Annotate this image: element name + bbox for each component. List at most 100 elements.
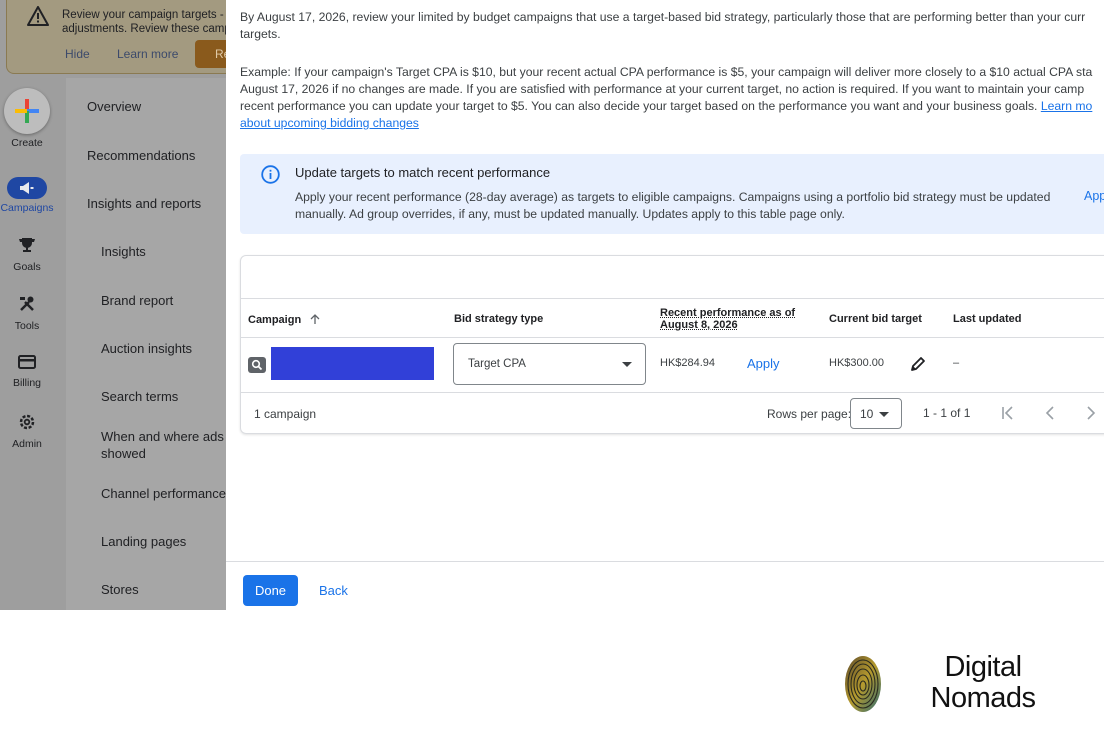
notice-body-line2: manually. Ad group overrides, if any, mu… <box>295 207 845 221</box>
nav-panel: Overview Recommendations Insights and re… <box>66 78 226 610</box>
logo-wordmark: Digital Nomads <box>923 652 1043 714</box>
nav-item-channel-performance[interactable]: Channel performance <box>101 485 226 502</box>
nav-item-brand-report[interactable]: Brand report <box>101 292 173 309</box>
alert-banner: Review your campaign targets - S adjustm… <box>6 0 226 74</box>
rows-per-page-value: 10 <box>860 407 874 421</box>
column-header-recent-performance: Recent performance as of August 8, 2026 <box>660 307 795 331</box>
rows-per-page-label: Rows per page: <box>767 407 852 421</box>
alert-review-button[interactable]: Re <box>195 40 226 68</box>
campaign-name-redacted[interactable] <box>271 347 434 380</box>
rows-per-page-select[interactable]: 10 <box>850 398 902 429</box>
rail-item-tools[interactable]: Tools <box>0 295 54 332</box>
previous-page-icon[interactable] <box>1041 404 1059 422</box>
warning-icon <box>27 6 49 26</box>
bid-strategy-value: Target CPA <box>468 358 526 370</box>
nav-item-recommendations[interactable]: Recommendations <box>87 147 195 164</box>
done-button[interactable]: Done <box>243 575 298 606</box>
search-campaign-icon <box>248 357 266 373</box>
learn-more-link-continued[interactable]: about upcoming bidding changes <box>240 116 419 130</box>
alert-learn-more-link[interactable]: Learn more <box>117 47 178 61</box>
nav-item-search-terms[interactable]: Search terms <box>101 388 178 405</box>
update-targets-notice: Update targets to match recent performan… <box>240 154 1104 234</box>
notice-title: Update targets to match recent performan… <box>295 165 551 180</box>
pencil-icon[interactable] <box>909 355 927 373</box>
alert-message: Review your campaign targets - S adjustm… <box>62 8 226 36</box>
example-line3: recent performance you can update your t… <box>240 98 1104 115</box>
rail-item-campaigns-label: Campaigns <box>0 202 54 214</box>
next-page-icon[interactable] <box>1082 404 1100 422</box>
column-header-campaign[interactable]: Campaign <box>248 313 321 326</box>
notice-body: Apply your recent performance (28-day av… <box>295 189 1050 223</box>
dropdown-arrow-icon <box>879 412 889 417</box>
plus-icon <box>15 99 39 123</box>
column-header-current-bid-target: Current bid target <box>829 313 922 325</box>
rail-item-create-label: Create <box>11 137 43 149</box>
current-bid-target-value: HK$300.00 <box>829 357 885 369</box>
dialog-footer: Done Back <box>226 561 1104 610</box>
rail-item-admin-label: Admin <box>12 438 42 450</box>
megaphone-icon <box>7 177 47 199</box>
column-header-bid-strategy-type: Bid strategy type <box>454 313 544 325</box>
info-icon <box>261 165 280 184</box>
review-targets-dialog: By August 17, 2026, review your limited … <box>226 0 1104 610</box>
notice-body-line1: Apply your recent performance (28-day av… <box>295 190 1051 204</box>
dropdown-arrow-icon <box>622 362 632 367</box>
tools-icon <box>0 295 54 317</box>
nav-item-when-where-line1: When and where ads <box>101 429 224 444</box>
nav-item-landing-pages[interactable]: Landing pages <box>101 533 186 550</box>
nav-item-when-where-ads-showed[interactable]: When and where ads showed <box>101 428 224 462</box>
rail-item-billing-label: Billing <box>12 377 41 389</box>
campaign-count: 1 campaign <box>254 407 317 421</box>
nav-item-auction-insights[interactable]: Auction insights <box>101 340 192 357</box>
intro-paragraph: By August 17, 2026, review your limited … <box>240 9 1104 43</box>
gear-icon <box>0 413 54 435</box>
credit-card-icon <box>0 354 54 374</box>
table-footer: 1 campaign Rows per page: 10 1 - 1 of 1 <box>241 394 1104 434</box>
example-line3-text: recent performance you can update your t… <box>240 99 1041 113</box>
alert-hide-link[interactable]: Hide <box>65 47 90 61</box>
fingerprint-logo-icon <box>845 656 881 712</box>
example-line1: Example: If your campaign's Target CPA i… <box>240 65 1093 79</box>
trophy-icon <box>0 236 54 258</box>
nav-item-when-where-line2: showed <box>101 446 146 461</box>
nav-item-insights[interactable]: Insights <box>101 243 146 260</box>
create-button[interactable] <box>4 88 50 134</box>
rail-item-goals-label: Goals <box>13 261 41 273</box>
nav-item-stores[interactable]: Stores <box>101 581 139 598</box>
rail-item-goals[interactable]: Goals <box>0 236 54 273</box>
rail-item-campaigns[interactable]: Campaigns <box>0 177 54 214</box>
rail-item-tools-label: Tools <box>14 320 40 332</box>
example-line2: August 17, 2026 if no changes are made. … <box>240 82 1085 96</box>
table-header: Campaign Bid strategy type Recent perfor… <box>241 298 1104 338</box>
campaign-table: Campaign Bid strategy type Recent perfor… <box>240 255 1104 434</box>
recent-performance-value: HK$284.94 <box>660 357 716 369</box>
table-row: Target CPA HK$284.94 Apply HK$300.00 – <box>241 338 1104 393</box>
last-updated-value: – <box>953 357 960 369</box>
column-header-campaign-label: Campaign <box>248 314 302 326</box>
left-rail: Create Campaigns Goals Tools Billing Adm… <box>0 78 54 610</box>
intro-line1: By August 17, 2026, review your limited … <box>240 10 1086 24</box>
column-header-recent-performance-line2: August 8, 2026 <box>660 319 738 331</box>
example-paragraph: Example: If your campaign's Target CPA i… <box>240 64 1104 132</box>
intro-line2: targets. <box>240 27 281 41</box>
digital-nomads-logo: Digital Nomads <box>843 650 1053 716</box>
page-range: 1 - 1 of 1 <box>923 406 971 420</box>
apply-button[interactable]: Apply <box>747 356 780 371</box>
rail-item-billing[interactable]: Billing <box>0 354 54 389</box>
logo-wordmark-line2: Nomads <box>930 682 1037 714</box>
apply-all-button[interactable]: App <box>1084 189 1104 203</box>
nav-item-insights-and-reports[interactable]: Insights and reports <box>87 195 201 212</box>
nav-item-overview[interactable]: Overview <box>87 98 141 115</box>
logo-wordmark-line1: Digital <box>944 651 1022 683</box>
back-button[interactable]: Back <box>319 583 348 598</box>
app-background: Review your campaign targets - S adjustm… <box>0 0 226 610</box>
bid-strategy-select[interactable]: Target CPA <box>453 343 646 385</box>
alert-message-line1: Review your campaign targets - S <box>62 9 226 21</box>
sort-ascending-icon <box>310 314 320 324</box>
alert-message-line2: adjustments. Review these camp <box>62 23 226 35</box>
column-header-last-updated: Last updated <box>953 313 1022 325</box>
column-header-recent-performance-line1: Recent performance as of <box>660 307 796 319</box>
rail-item-admin[interactable]: Admin <box>0 413 54 450</box>
learn-more-link[interactable]: Learn mo <box>1041 99 1093 113</box>
first-page-icon[interactable] <box>999 404 1017 422</box>
